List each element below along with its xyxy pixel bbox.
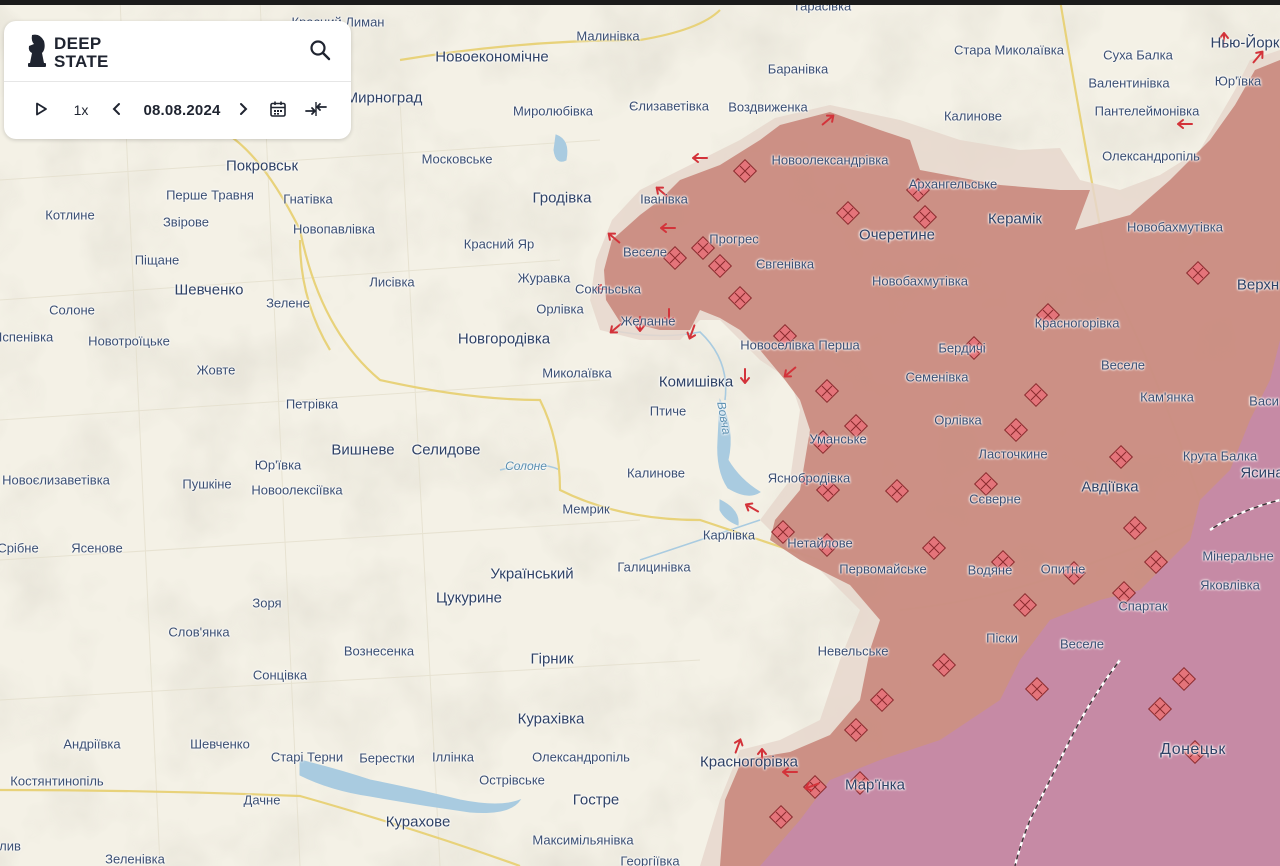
search-button[interactable] bbox=[303, 35, 337, 69]
compare-button[interactable] bbox=[300, 95, 332, 125]
prev-date-button[interactable] bbox=[104, 95, 130, 125]
logo[interactable]: DEEP STATE bbox=[26, 31, 109, 74]
control-panel: DEEP STATE 1x 08.08.2024 bbox=[4, 21, 351, 139]
calendar-icon bbox=[269, 100, 287, 121]
play-icon bbox=[34, 102, 48, 119]
logo-line-2: STATE bbox=[54, 51, 109, 71]
chevron-right-icon bbox=[237, 102, 249, 119]
calendar-button[interactable] bbox=[264, 95, 292, 125]
chevron-left-icon bbox=[111, 102, 123, 119]
search-icon bbox=[309, 39, 331, 66]
panel-divider bbox=[4, 81, 351, 82]
next-date-button[interactable] bbox=[230, 95, 256, 125]
compare-arrows-icon bbox=[304, 100, 328, 121]
play-button[interactable] bbox=[28, 95, 54, 125]
window-top-edge bbox=[0, 0, 1280, 5]
speed-button[interactable]: 1x bbox=[64, 95, 98, 125]
date-value: 08.08.2024 bbox=[143, 101, 221, 119]
knight-chess-icon bbox=[26, 31, 48, 74]
logo-line-1: DEEP bbox=[54, 33, 102, 53]
speed-value: 1x bbox=[73, 102, 89, 118]
date-display[interactable]: 08.08.2024 bbox=[134, 95, 230, 125]
